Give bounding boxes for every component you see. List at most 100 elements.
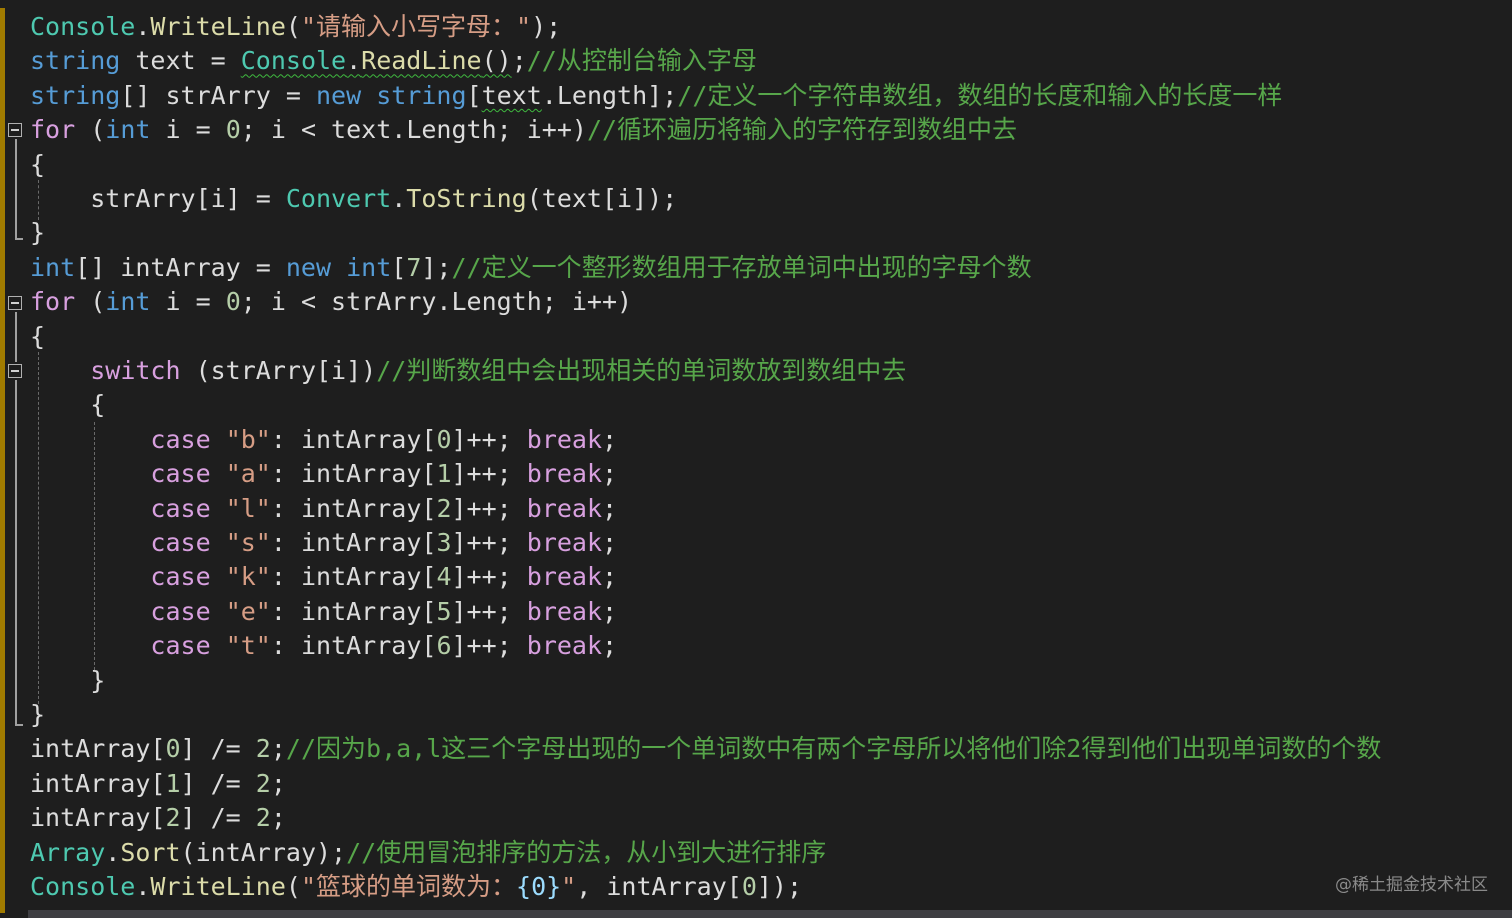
code-line[interactable]: string text = Console.ReadLine();//从控制台输… bbox=[30, 44, 757, 78]
code-line[interactable]: case "e": intArray[5]++; break; bbox=[30, 595, 617, 629]
code-token: : intArray[ bbox=[270, 528, 437, 557]
code-token: 0 bbox=[741, 872, 757, 901]
code-token: string bbox=[30, 46, 121, 76]
code-line[interactable]: Console.WriteLine("请输入小写字母："); bbox=[30, 10, 561, 44]
code-token: case bbox=[150, 528, 211, 557]
code-line[interactable]: strArry[i] = Convert.ToString(text[i]); bbox=[30, 182, 677, 216]
code-token: " bbox=[561, 872, 577, 901]
code-line[interactable]: Array.Sort(intArray);//使用冒泡排序的方法，从小到大进行排… bbox=[30, 836, 826, 870]
code-token: new bbox=[285, 252, 332, 282]
code-token: break bbox=[526, 424, 603, 454]
code-token: ; bbox=[602, 596, 618, 626]
code-token: text bbox=[481, 80, 542, 110]
code-line[interactable]: { bbox=[30, 320, 45, 354]
code-line[interactable]: for (int i = 0; i < text.Length; i++)//循… bbox=[30, 113, 1017, 147]
code-token: switch bbox=[90, 356, 181, 385]
code-token: [ bbox=[391, 252, 407, 282]
code-token: "l" bbox=[225, 493, 271, 523]
code-token: ; bbox=[270, 768, 286, 798]
collapse-for-loop-1-icon[interactable] bbox=[8, 123, 22, 137]
collapse-switch-icon[interactable] bbox=[8, 364, 22, 378]
code-line[interactable]: intArray[2] /= 2; bbox=[30, 801, 286, 835]
code-token: ]++; bbox=[451, 459, 527, 489]
code-token: . bbox=[135, 12, 151, 41]
code-token: "b" bbox=[225, 424, 271, 454]
code-line[interactable]: switch (strArry[i])//判断数组中会出现相关的单词数放到数组中… bbox=[30, 354, 906, 388]
code-line[interactable]: } bbox=[30, 216, 45, 250]
code-token: [ bbox=[466, 80, 482, 110]
code-token: , intArray[ bbox=[576, 872, 742, 901]
code-token: break bbox=[526, 562, 603, 592]
code-line[interactable]: intArray[0] /= 2;//因为b,a,l这三个字母出现的一个单词数中… bbox=[30, 732, 1381, 766]
code-token: 2 bbox=[255, 803, 271, 833]
code-token: 3 bbox=[436, 528, 452, 557]
code-token: break bbox=[526, 459, 603, 489]
code-line[interactable]: for (int i = 0; i < strArry.Length; i++) bbox=[30, 285, 632, 319]
horizontal-scrollbar[interactable] bbox=[28, 910, 1512, 918]
code-token: ; i < strArry.Length; i++) bbox=[240, 287, 633, 317]
code-token: ; bbox=[270, 734, 286, 764]
code-token: int bbox=[105, 287, 151, 317]
code-token: (intArray); bbox=[180, 837, 347, 867]
code-token: } bbox=[30, 700, 46, 729]
code-line[interactable]: string[] strArry = new string[text.Lengt… bbox=[30, 79, 1282, 113]
code-line[interactable]: Console.WriteLine("篮球的单词数为：{0}", intArra… bbox=[30, 870, 802, 904]
code-token: ; bbox=[602, 459, 618, 489]
code-line[interactable]: } bbox=[30, 698, 45, 732]
code-token: intArray[ bbox=[30, 803, 166, 833]
code-token: : intArray[ bbox=[270, 459, 437, 489]
code-line[interactable]: } bbox=[30, 664, 105, 698]
code-token: [] strArry = bbox=[120, 80, 316, 110]
code-token: : intArray[ bbox=[270, 562, 437, 592]
code-token: { bbox=[30, 321, 46, 351]
code-token: 1 bbox=[436, 459, 452, 489]
code-token: 6 bbox=[436, 631, 452, 661]
code-token: intArray[ bbox=[30, 734, 166, 764]
outline-line-for-1 bbox=[15, 139, 17, 239]
code-token: for bbox=[30, 115, 76, 145]
code-token: ]++; bbox=[451, 631, 527, 661]
code-line[interactable]: case "t": intArray[6]++; break; bbox=[30, 629, 617, 663]
code-line[interactable]: case "a": intArray[1]++; break; bbox=[30, 457, 617, 491]
code-token: case bbox=[150, 631, 211, 661]
code-token: ]++; bbox=[451, 424, 527, 454]
code-line[interactable]: case "k": intArray[4]++; break; bbox=[30, 560, 617, 594]
code-token: ( bbox=[285, 12, 301, 41]
code-token: Console bbox=[30, 12, 136, 41]
code-token: break bbox=[526, 631, 603, 661]
code-token: . bbox=[346, 46, 362, 76]
code-token: ]++; bbox=[451, 528, 527, 557]
code-token: case bbox=[150, 424, 211, 454]
code-token: //定义一个字符串数组，数组的长度和输入的长度一样 bbox=[677, 80, 1283, 110]
code-token: Console bbox=[240, 46, 347, 76]
code-line[interactable]: case "l": intArray[2]++; break; bbox=[30, 492, 617, 526]
code-token: 5 bbox=[436, 596, 452, 626]
code-token: ] /= bbox=[180, 803, 256, 833]
code-token: 4 bbox=[436, 562, 452, 592]
code-token: case bbox=[150, 562, 211, 592]
collapse-for-loop-2-icon[interactable] bbox=[8, 296, 22, 310]
code-line[interactable]: { bbox=[30, 388, 105, 422]
code-line[interactable]: case "b": intArray[0]++; break; bbox=[30, 423, 617, 457]
code-token: "k" bbox=[225, 562, 271, 592]
code-token: 0 bbox=[225, 115, 241, 145]
code-editor[interactable]: Console.WriteLine("请输入小写字母："); string tex… bbox=[0, 0, 1512, 918]
code-token: string bbox=[30, 80, 121, 110]
code-token: //循环遍历将输入的字符存到数组中去 bbox=[586, 115, 1018, 145]
code-line[interactable]: intArray[1] /= 2; bbox=[30, 767, 286, 801]
code-token: ; bbox=[270, 803, 286, 833]
code-token: ); bbox=[531, 12, 562, 41]
code-token: case bbox=[150, 493, 211, 523]
code-line[interactable]: int[] intArray = new int[7];//定义一个整形数组用于… bbox=[30, 251, 1032, 285]
code-line[interactable]: case "s": intArray[3]++; break; bbox=[30, 526, 617, 560]
code-token: ]++; bbox=[451, 596, 527, 626]
code-token: "e" bbox=[225, 596, 271, 626]
code-line[interactable]: { bbox=[30, 148, 45, 182]
code-token: () bbox=[481, 46, 512, 76]
